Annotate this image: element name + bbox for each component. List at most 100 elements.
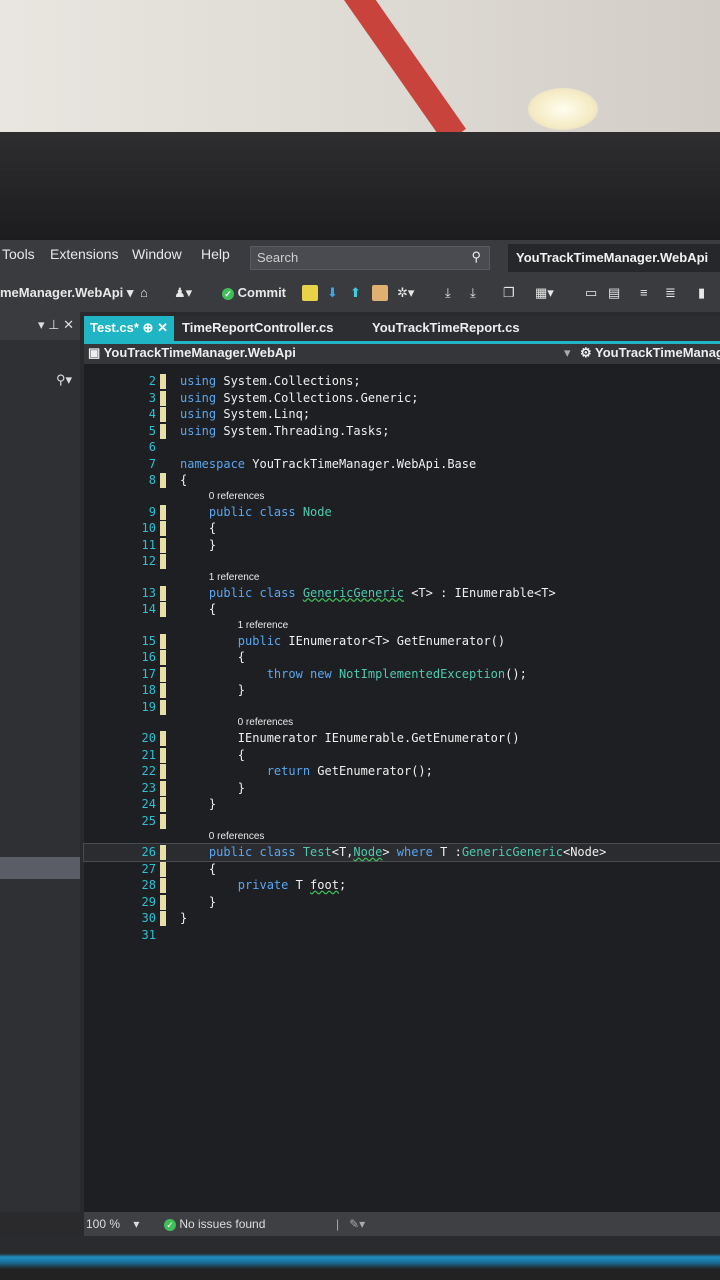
bookmark-icon[interactable]: ▮: [698, 285, 705, 301]
code-line[interactable]: 19: [84, 699, 720, 716]
code-text: }: [180, 796, 216, 813]
code-line[interactable]: 30}: [84, 910, 720, 927]
solution-title: YouTrackTimeManager.WebApi: [508, 244, 720, 272]
codelens-references[interactable]: 1 reference: [84, 570, 720, 585]
tab-youtracktimereport[interactable]: YouTrackTimeReport.cs: [366, 316, 526, 342]
indent-icon[interactable]: ≡: [640, 285, 648, 300]
side-panel-selected-item[interactable]: [0, 857, 80, 879]
change-marker: [160, 650, 166, 665]
line-number: 9: [148, 504, 156, 519]
code-token: where: [396, 845, 441, 859]
pin-icon[interactable]: ⊕: [143, 320, 154, 335]
code-line[interactable]: 24 }: [84, 796, 720, 813]
type-dropdown[interactable]: ⚙ YouTrackTimeManag: [580, 345, 720, 361]
menu-window[interactable]: Window: [132, 246, 182, 262]
code-line[interactable]: 4 using System.Linq;: [84, 406, 720, 423]
code-text: public class Test<T,Node> where T :Gener…: [180, 844, 606, 861]
home-icon[interactable]: ⌂: [140, 285, 156, 301]
copy-icon[interactable]: ❐: [503, 285, 515, 301]
code-line[interactable]: 20 IEnumerator IEnumerable.GetEnumerator…: [84, 730, 720, 747]
codelens-label[interactable]: 1 reference: [238, 618, 289, 633]
code-line[interactable]: 17 throw new NotImplementedException();: [84, 666, 720, 683]
menu-help[interactable]: Help: [201, 246, 230, 262]
zoom-dropdown[interactable]: 100 % ▾: [86, 1217, 139, 1231]
change-marker: [160, 731, 166, 746]
search-input[interactable]: Search ⚲: [250, 246, 490, 270]
code-line[interactable]: 5 using System.Threading.Tasks;: [84, 423, 720, 440]
comment-icon[interactable]: ≣: [665, 285, 676, 301]
team-icon[interactable]: ♟▾: [174, 285, 192, 301]
codelens-label[interactable]: 0 references: [209, 829, 265, 844]
line-number: 14: [141, 602, 156, 616]
code-line[interactable]: 31: [84, 927, 720, 944]
codelens-references[interactable]: 0 references: [84, 829, 720, 844]
sync-icon[interactable]: ⤓: [470, 285, 476, 301]
code-line[interactable]: 26 public class Test<T,Node> where T :Ge…: [83, 843, 720, 862]
code-line[interactable]: 14 {: [84, 601, 720, 618]
code-line[interactable]: 21 {: [84, 747, 720, 764]
zoom-level: 100 %: [86, 1217, 121, 1231]
code-line[interactable]: 9 public class Node: [84, 504, 720, 521]
code-line[interactable]: 18 }: [84, 682, 720, 699]
codelens-references[interactable]: 0 references: [84, 489, 720, 504]
chevron-down-icon[interactable]: ▾: [564, 345, 571, 361]
code-line[interactable]: 28 private T foot;: [84, 877, 720, 894]
cleanup-icon[interactable]: | ✎▾: [336, 1217, 365, 1231]
menu-extensions[interactable]: Extensions: [50, 246, 118, 262]
codelens-references[interactable]: 0 references: [84, 715, 720, 730]
side-panel-controls[interactable]: ▾ ⊥ ✕: [0, 312, 80, 340]
codelens-label[interactable]: 0 references: [209, 489, 265, 504]
issues-indicator[interactable]: ✓ No issues found: [164, 1217, 265, 1231]
code-line[interactable]: 11 }: [84, 537, 720, 554]
close-icon[interactable]: ✕: [157, 320, 168, 335]
code-line[interactable]: 6: [84, 439, 720, 456]
menu-tools[interactable]: Tools: [2, 246, 35, 262]
side-panel: ▾ ⊥ ✕ ⚲▾: [0, 312, 80, 1212]
folder-icon[interactable]: [302, 285, 318, 301]
code-line[interactable]: 8{: [84, 472, 720, 489]
code-line[interactable]: 23 }: [84, 780, 720, 797]
grid-icon[interactable]: ▦▾: [535, 285, 554, 301]
toggle-icon[interactable]: ▭: [585, 285, 597, 301]
stash-icon[interactable]: [372, 285, 388, 301]
code-token: Node: [302, 504, 332, 519]
line-number: 5: [148, 423, 156, 438]
code-line[interactable]: 29 }: [84, 894, 720, 911]
codelens-references[interactable]: 1 reference: [84, 618, 720, 633]
search-icon[interactable]: ⚲: [471, 249, 481, 265]
code-text: public IEnumerator<T> GetEnumerator(): [180, 633, 505, 650]
code-token: GenericGeneric: [461, 845, 563, 859]
tab-timereportcontroller[interactable]: TimeReportController.cs: [176, 316, 339, 342]
code-line[interactable]: 12: [84, 553, 720, 570]
settings-icon[interactable]: ✲▾: [397, 285, 414, 301]
code-line[interactable]: 13 public class GenericGeneric <T> : IEn…: [84, 585, 720, 602]
startup-project-dropdown[interactable]: meManager.WebApi ▾: [0, 285, 133, 301]
code-line[interactable]: 22 return GetEnumerator();: [84, 763, 720, 780]
code-line[interactable]: 7 namespace YouTrackTimeManager.WebApi.Ba…: [84, 456, 720, 473]
tab-test-cs[interactable]: Test.cs* ⊕ ✕: [84, 316, 174, 342]
pull-icon[interactable]: ⬇: [327, 285, 338, 301]
outline-icon[interactable]: ▤: [608, 285, 620, 301]
code-line[interactable]: 2 using System.Collections;: [84, 373, 720, 390]
codelens-label[interactable]: 0 references: [238, 715, 294, 730]
push-icon[interactable]: ⬆: [350, 285, 361, 301]
code-line[interactable]: 10 {: [84, 520, 720, 537]
code-line[interactable]: 15 public IEnumerator<T> GetEnumerator(): [84, 633, 720, 650]
code-line[interactable]: 3 using System.Collections.Generic;: [84, 390, 720, 407]
code-line[interactable]: 25: [84, 813, 720, 830]
code-line[interactable]: 16 {: [84, 649, 720, 666]
code-editor[interactable]: 2 using System.Collections; 3 using System.…: [83, 364, 720, 1212]
code-token: System.Collections;: [223, 374, 361, 388]
commit-button[interactable]: ✓ Commit: [222, 285, 286, 300]
menu-bar: Tools Extensions Window Help Search ⚲ You…: [0, 240, 720, 276]
code-text: {: [180, 520, 216, 537]
code-lines[interactable]: 2 using System.Collections; 3 using System.…: [83, 373, 720, 944]
project-dropdown[interactable]: ▣ YouTrackTimeManager.WebApi: [88, 345, 296, 361]
code-token: public class: [208, 845, 303, 859]
codelens-label[interactable]: 1 reference: [209, 570, 260, 585]
side-panel-search-icon[interactable]: ⚲▾: [56, 372, 72, 388]
code-line[interactable]: 27 {: [84, 861, 720, 878]
fetch-icon[interactable]: ⤓: [445, 285, 451, 301]
line-number: 27: [141, 861, 156, 876]
